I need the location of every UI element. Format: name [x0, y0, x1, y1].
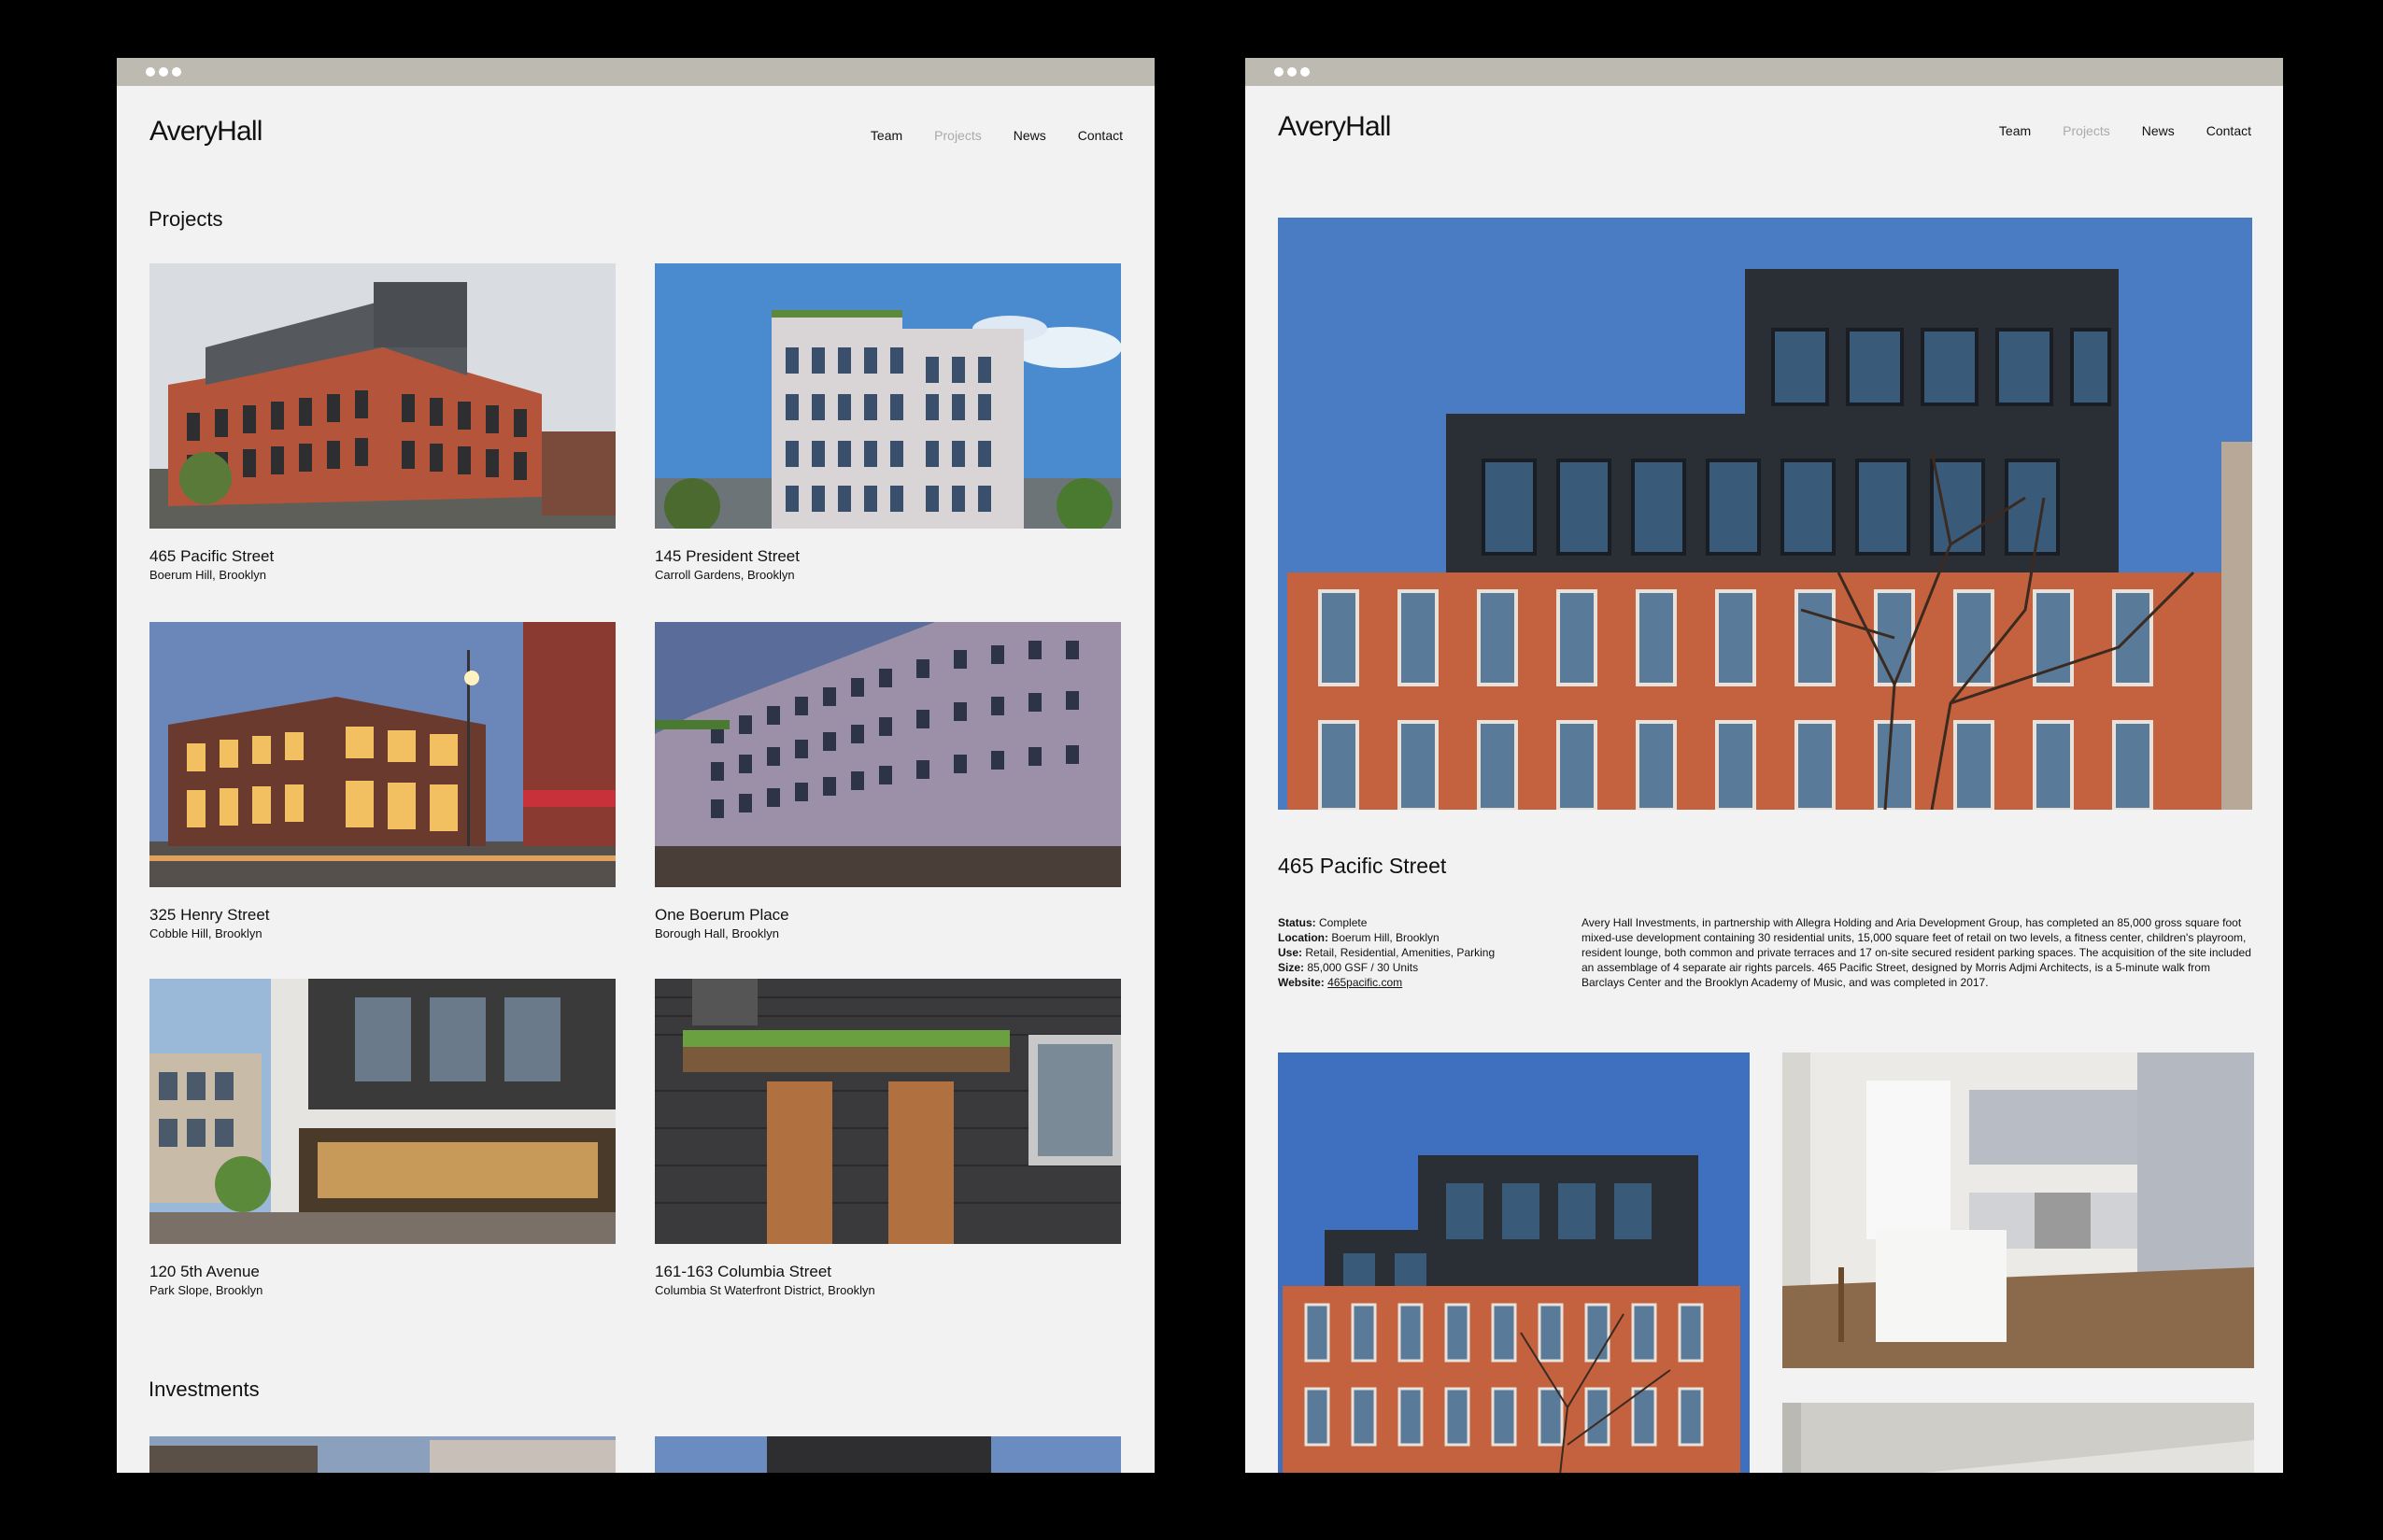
- project-location: Carroll Gardens, Brooklyn: [655, 568, 795, 582]
- window-dot-icon[interactable]: [1287, 67, 1297, 77]
- meta-size-value: 85,000 GSF / 30 Units: [1307, 961, 1419, 974]
- project-location: Borough Hall, Brooklyn: [655, 926, 779, 940]
- project-card[interactable]: One Boerum Place Borough Hall, Brooklyn: [655, 622, 1121, 940]
- browser-chrome: [117, 58, 1155, 86]
- browser-window-detail: AveryHall Team Projects News Contact 465…: [1245, 58, 2283, 1473]
- meta-website: Website: 465pacific.com: [1278, 975, 1495, 990]
- project-image[interactable]: [655, 263, 1121, 529]
- meta-use: Use: Retail, Residential, Amenities, Par…: [1278, 945, 1495, 960]
- project-location: Columbia St Waterfront District, Brookly…: [655, 1283, 875, 1297]
- project-name[interactable]: 465 Pacific Street: [149, 547, 616, 566]
- window-dot-icon[interactable]: [172, 67, 181, 77]
- meta-status: Status: Complete: [1278, 915, 1495, 930]
- project-image[interactable]: [149, 622, 616, 887]
- nav-news[interactable]: News: [2142, 123, 2175, 138]
- project-title: 465 Pacific Street: [1278, 854, 1447, 878]
- browser-chrome: [1245, 58, 2283, 86]
- gallery-image-kitchen[interactable]: [1782, 1053, 2254, 1368]
- project-name[interactable]: 325 Henry Street: [149, 906, 616, 925]
- section-title-investments: Investments: [149, 1378, 260, 1401]
- nav-projects[interactable]: Projects: [2063, 123, 2110, 138]
- window-dot-icon[interactable]: [146, 67, 155, 77]
- project-location: Boerum Hill, Brooklyn: [149, 568, 266, 582]
- meta-status-value: Complete: [1319, 916, 1368, 929]
- project-card[interactable]: 120 5th Avenue Park Slope, Brooklyn: [149, 979, 616, 1297]
- project-image[interactable]: [149, 263, 616, 529]
- nav-team[interactable]: Team: [1999, 123, 2031, 138]
- project-meta: Status: Complete Location: Boerum Hill, …: [1278, 915, 1495, 990]
- project-location: Park Slope, Brooklyn: [149, 1283, 263, 1297]
- meta-location-value: Boerum Hill, Brooklyn: [1331, 931, 1440, 944]
- gallery-image-interior[interactable]: [1782, 1403, 2254, 1473]
- project-card[interactable]: 465 Pacific Street Boerum Hill, Brooklyn: [149, 263, 616, 582]
- site-logo[interactable]: AveryHall: [149, 116, 262, 148]
- nav-projects[interactable]: Projects: [934, 128, 982, 143]
- nav-news[interactable]: News: [1014, 128, 1046, 143]
- meta-location: Location: Boerum Hill, Brooklyn: [1278, 930, 1495, 945]
- project-name[interactable]: 161-163 Columbia Street: [655, 1263, 1121, 1281]
- nav-contact[interactable]: Contact: [1078, 128, 1123, 143]
- main-nav: Team Projects News Contact: [871, 128, 1123, 143]
- website-link[interactable]: 465pacific.com: [1327, 976, 1402, 989]
- project-name[interactable]: 120 5th Avenue: [149, 1263, 616, 1281]
- project-card[interactable]: 145 President Street Carroll Gardens, Br…: [655, 263, 1121, 582]
- window-dot-icon[interactable]: [1274, 67, 1284, 77]
- nav-contact[interactable]: Contact: [2206, 123, 2251, 138]
- meta-use-value: Retail, Residential, Amenities, Parking: [1305, 946, 1496, 959]
- project-image[interactable]: [655, 979, 1121, 1244]
- meta-use-label: Use:: [1278, 946, 1303, 959]
- investment-image[interactable]: [655, 1436, 1121, 1473]
- gallery-image-exterior[interactable]: [1278, 1053, 1750, 1473]
- main-nav: Team Projects News Contact: [1999, 123, 2251, 138]
- meta-location-label: Location:: [1278, 931, 1328, 944]
- window-dot-icon[interactable]: [159, 67, 168, 77]
- browser-window-projects: AveryHall Team Projects News Contact Pro…: [117, 58, 1155, 1473]
- project-card[interactable]: 161-163 Columbia Street Columbia St Wate…: [655, 979, 1121, 1297]
- nav-team[interactable]: Team: [871, 128, 902, 143]
- project-location: Cobble Hill, Brooklyn: [149, 926, 262, 940]
- meta-size: Size: 85,000 GSF / 30 Units: [1278, 960, 1495, 975]
- project-image[interactable]: [149, 979, 616, 1244]
- project-name[interactable]: 145 President Street: [655, 547, 1121, 566]
- hero-image: [1278, 218, 2252, 810]
- meta-status-label: Status:: [1278, 916, 1316, 929]
- investment-image[interactable]: [149, 1436, 616, 1473]
- site-logo[interactable]: AveryHall: [1278, 111, 1391, 143]
- meta-website-label: Website:: [1278, 976, 1325, 989]
- project-image[interactable]: [655, 622, 1121, 887]
- project-card[interactable]: 325 Henry Street Cobble Hill, Brooklyn: [149, 622, 616, 940]
- meta-size-label: Size:: [1278, 961, 1305, 974]
- project-name[interactable]: One Boerum Place: [655, 906, 1121, 925]
- project-description: Avery Hall Investments, in partnership w…: [1582, 916, 2251, 989]
- window-dot-icon[interactable]: [1300, 67, 1310, 77]
- section-title-projects: Projects: [149, 207, 223, 231]
